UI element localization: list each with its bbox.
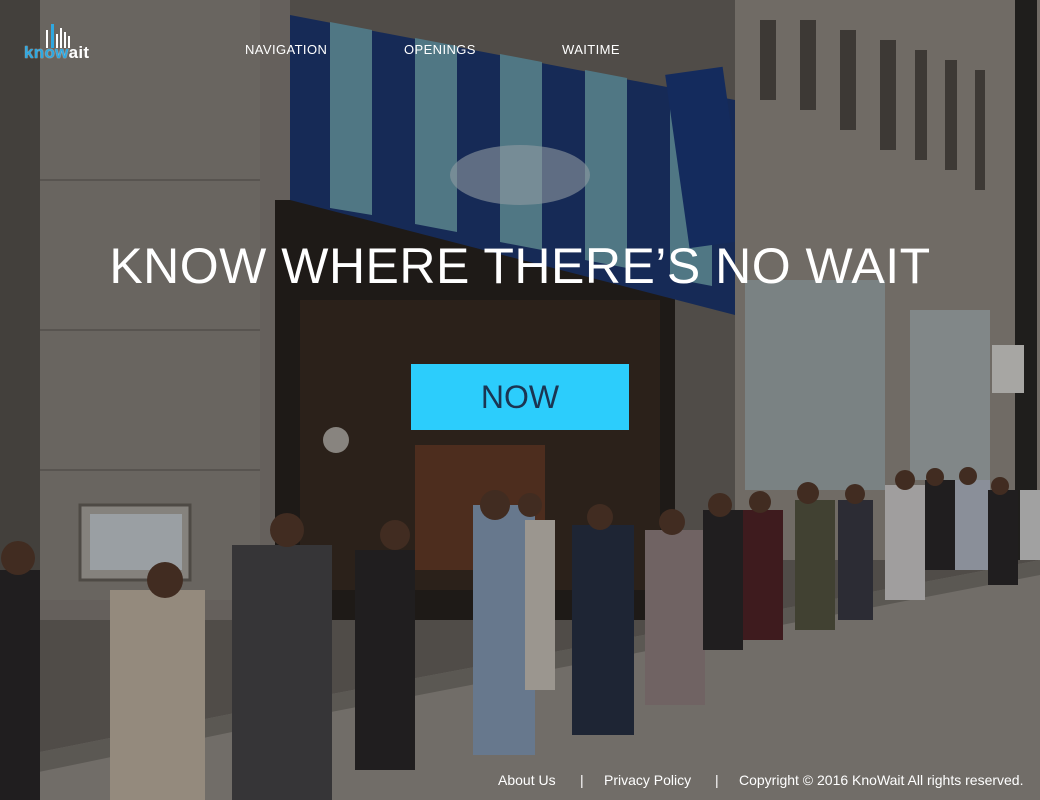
logo-text: knowait	[24, 44, 89, 62]
footer-separator: |	[580, 772, 584, 788]
footer: About Us | Privacy Policy | Copyright © …	[0, 772, 1040, 792]
footer-separator: |	[715, 772, 719, 788]
hero-title: KNOW WHERE THERE’S NO WAIT	[109, 238, 931, 294]
now-button[interactable]: NOW	[411, 364, 629, 430]
nav-navigation[interactable]: NAVIGATION	[245, 42, 327, 57]
nav-openings[interactable]: OPENINGS	[404, 42, 476, 57]
knowait-logo[interactable]: knowait	[24, 24, 104, 64]
nav-waitime[interactable]: WAITIME	[562, 42, 620, 57]
logo-know: know	[24, 43, 69, 62]
privacy-policy-link[interactable]: Privacy Policy	[604, 772, 691, 788]
copyright-text: Copyright © 2016 KnoWait All rights rese…	[739, 772, 1024, 788]
about-us-link[interactable]: About Us	[498, 772, 556, 788]
logo-wait: ait	[68, 43, 90, 62]
